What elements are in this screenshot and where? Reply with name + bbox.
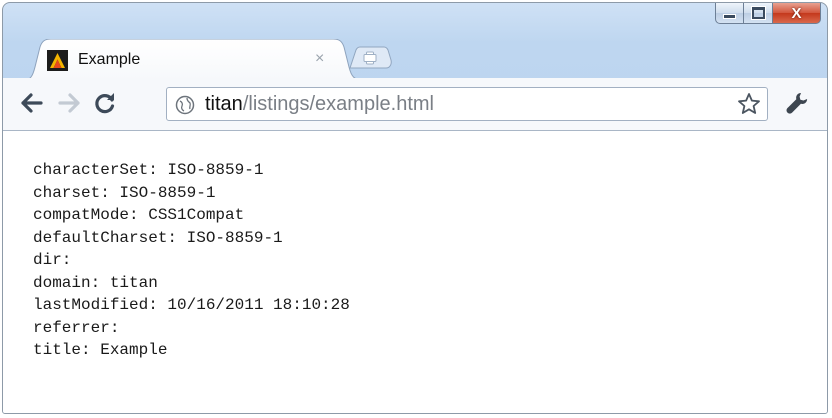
output-line: dir: — [33, 251, 72, 269]
back-arrow-icon — [21, 93, 43, 113]
app-logo-icon — [47, 50, 68, 71]
url-path: /listings/example.html — [242, 93, 434, 115]
output-line: domain: titan — [33, 273, 158, 292]
toolbar: titan/listings/example.html — [3, 78, 827, 131]
url-text: titan/listings/example.html — [205, 93, 434, 115]
maximize-button[interactable] — [744, 3, 773, 24]
new-tab-button[interactable] — [348, 46, 392, 70]
wrench-icon[interactable] — [785, 91, 811, 117]
maximize-icon — [750, 6, 766, 20]
minimize-button[interactable] — [715, 3, 744, 24]
reload-icon — [95, 93, 115, 114]
output-line: defaultCharset: ISO-8859-1 — [33, 228, 283, 247]
star-icon[interactable] — [737, 92, 761, 116]
output-line: compatMode: CSS1Compat — [33, 206, 245, 224]
reload-button[interactable] — [92, 90, 118, 116]
back-button[interactable] — [19, 90, 45, 116]
url-host: titan — [205, 93, 243, 115]
document-properties-output: characterSet: ISO-8859-1 charset: ISO-885… — [33, 159, 350, 362]
browser-window: X Example × titan/listings/example.html … — [2, 2, 828, 414]
address-bar[interactable]: titan/listings/example.html — [166, 87, 768, 121]
page-content: characterSet: ISO-8859-1 charset: ISO-885… — [3, 131, 827, 413]
close-icon: X — [791, 4, 802, 22]
output-line: title: Example — [33, 341, 168, 359]
output-line: lastModified: 10/16/2011 18:10:28 — [33, 296, 350, 314]
close-window-button[interactable]: X — [773, 3, 821, 24]
output-line: referrer: — [33, 318, 120, 337]
window-controls: X — [715, 3, 821, 24]
forward-arrow-icon — [58, 93, 80, 113]
minimize-icon — [723, 14, 736, 19]
output-line: characterSet: ISO-8859-1 — [33, 161, 264, 179]
tab-close-icon[interactable]: × — [315, 49, 324, 69]
globe-icon — [175, 95, 195, 115]
output-line: charset: ISO-8859-1 — [33, 183, 216, 202]
tab-title: Example — [78, 51, 141, 68]
forward-button[interactable] — [56, 90, 82, 116]
